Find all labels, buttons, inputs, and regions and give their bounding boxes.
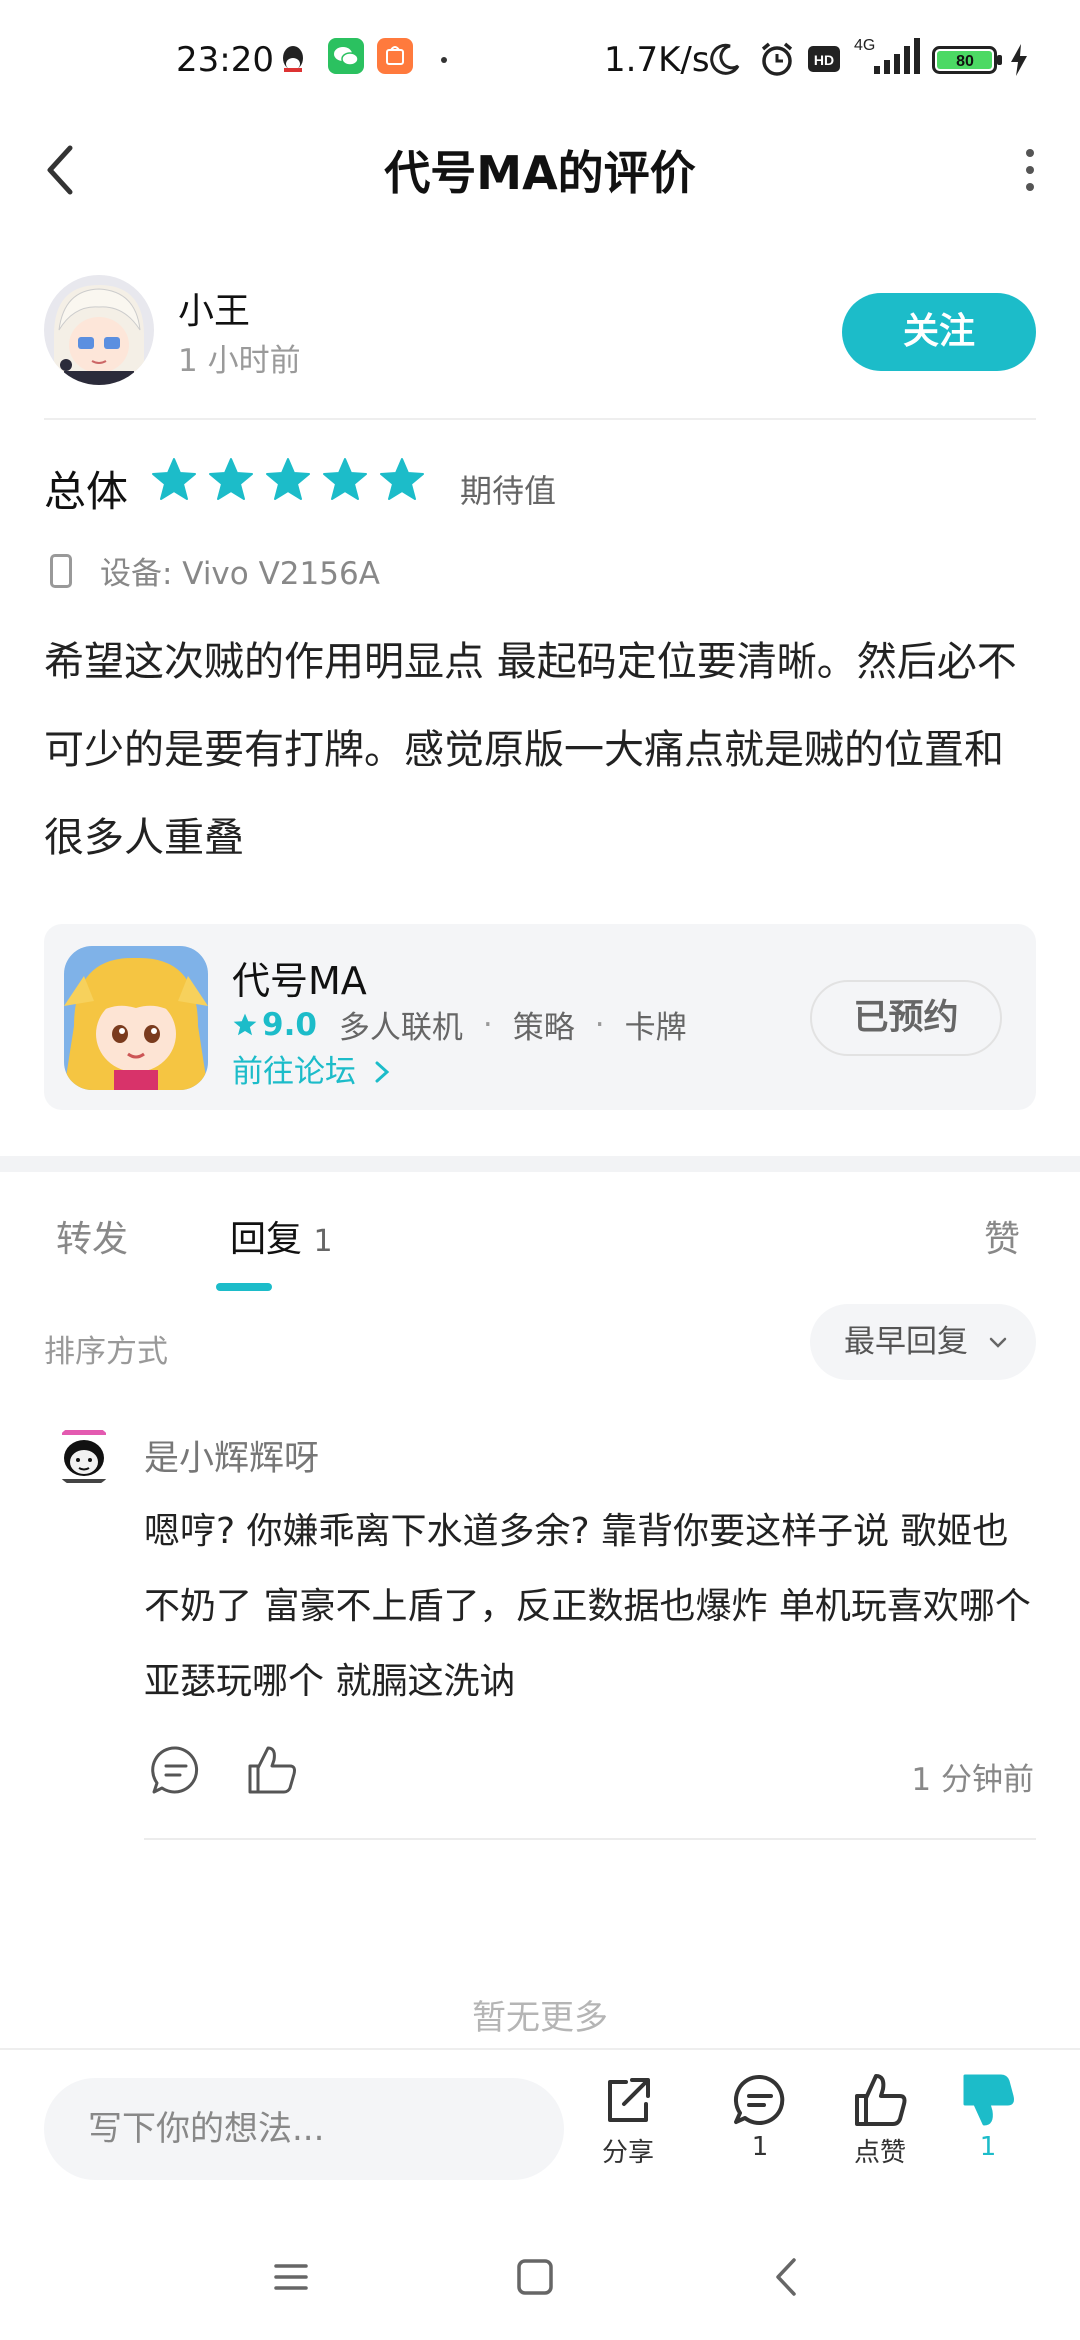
qq-icon — [283, 46, 303, 72]
thumbs-down-icon — [963, 2074, 1014, 2126]
notification-dot-icon — [441, 57, 447, 63]
review-body: 希望这次贼的作用明显点 最起码定位要清晰。然后必不可少的是要有打牌。感觉原版一大… — [44, 639, 1017, 861]
signal-icon: 4G — [854, 37, 920, 74]
chevron-down-icon — [989, 1337, 1007, 1348]
dislike-button[interactable]: 1 — [928, 2072, 1048, 2162]
star-icon — [152, 458, 196, 500]
rating-label: 总体 — [44, 467, 129, 516]
back-icon[interactable] — [762, 2252, 812, 2302]
divider — [144, 1838, 1036, 1840]
wechat-icon — [328, 38, 364, 74]
share-button[interactable]: 分享 — [568, 2072, 688, 2169]
device-text: 设备: Vivo V2156A — [100, 556, 380, 592]
separator-dot: · — [482, 1006, 493, 1043]
star-icon — [209, 458, 253, 500]
section-separator — [0, 1156, 1080, 1172]
comment-button[interactable]: 1 — [700, 2072, 820, 2162]
separator-dot: · — [594, 1006, 605, 1043]
thumbs-up-icon — [855, 2074, 907, 2126]
star-icon — [323, 458, 367, 500]
share-icon — [608, 2078, 650, 2122]
svg-text:HD: HD — [814, 52, 834, 68]
like-comment-icon[interactable] — [246, 1744, 298, 1796]
sort-label: 排序方式 — [44, 1334, 168, 1370]
rating-stars — [150, 456, 426, 512]
charging-icon — [1011, 44, 1027, 76]
app-tag: 卡牌 — [624, 1010, 687, 1046]
comment-input[interactable]: 写下你的想法... — [44, 2078, 564, 2180]
comment-body: 嗯哼? 你嫌乖离下水道多余? 靠背你要这样子说 歌姬也不奶了 富豪不上盾了，反正… — [144, 1511, 1031, 1702]
app-card[interactable]: 代号MA 9.0 多人联机 · 策略 · 卡牌 前往论坛 已预约 — [44, 924, 1036, 1110]
star-icon — [380, 458, 424, 500]
battery-icon: 80 — [932, 46, 1002, 74]
tab-indicator — [216, 1283, 272, 1291]
author-name[interactable]: 小王 — [178, 282, 250, 334]
divider — [44, 418, 1036, 420]
score-star-icon — [233, 1013, 257, 1035]
chevron-right-icon — [375, 1061, 390, 1083]
tab-forward[interactable]: 转发 — [56, 1210, 128, 1262]
tab-like[interactable]: 赞 — [984, 1210, 1020, 1262]
home-icon[interactable] — [510, 2252, 560, 2302]
commenter-avatar[interactable] — [52, 1424, 116, 1488]
comment-time: 1 分钟前 — [911, 1762, 1034, 1798]
dislike-count: 1 — [979, 2132, 997, 2162]
alarm-icon — [761, 42, 793, 76]
review-time: 1 小时前 — [178, 343, 301, 379]
moon-icon — [710, 43, 740, 75]
like-button[interactable]: 点赞 — [820, 2072, 940, 2169]
app-name[interactable]: 代号MA — [232, 950, 367, 1005]
mi-store-icon — [377, 38, 413, 74]
commenter-name[interactable]: 是小辉辉呀 — [144, 1430, 319, 1481]
page-title: 代号MA的评价 — [384, 146, 696, 200]
app-score: 9.0 — [262, 1006, 317, 1043]
reserved-button[interactable]: 已预约 — [810, 980, 1002, 1056]
forum-link-label: 前往论坛 — [232, 1054, 356, 1090]
reply-comment-icon[interactable] — [150, 1744, 202, 1796]
forum-link[interactable]: 前往论坛 — [232, 1046, 392, 1091]
status-bar: 23:20 1.7K/s HD 4G 80 — [0, 0, 1080, 125]
device-info: 设备: Vivo V2156A — [50, 548, 380, 593]
phone-icon — [50, 553, 72, 588]
more-options-button[interactable] — [1020, 145, 1040, 195]
no-more-text: 暂无更多 — [472, 1998, 608, 2038]
tab-reply-label: 回复 — [230, 1219, 303, 1260]
header: 代号MA的评价 — [0, 125, 1080, 215]
comment-icon — [734, 2074, 785, 2125]
rating-type: 期待值 — [460, 472, 557, 510]
tab-reply[interactable]: 回复 1 — [230, 1210, 333, 1262]
app-tag: 策略 — [512, 1010, 575, 1046]
svg-text:4G: 4G — [854, 37, 875, 54]
share-label: 分享 — [601, 2138, 654, 2168]
bottom-action-bar: 写下你的想法... 分享 1 点赞 1 — [0, 2048, 1080, 2210]
comment-count: 1 — [751, 2132, 769, 2162]
tab-reply-count: 1 — [313, 1224, 333, 1259]
menu-icon[interactable] — [266, 2252, 316, 2302]
like-label: 点赞 — [853, 2138, 906, 2168]
svg-text:80: 80 — [956, 53, 974, 70]
app-tag: 多人联机 — [338, 1010, 463, 1046]
author-avatar[interactable] — [44, 275, 154, 385]
sort-selected: 最早回复 — [844, 1324, 968, 1360]
system-nav-bar — [0, 2210, 1080, 2340]
follow-button[interactable]: 关注 — [842, 293, 1036, 371]
sort-dropdown[interactable]: 最早回复 — [810, 1304, 1036, 1380]
app-icon[interactable] — [64, 946, 208, 1090]
status-time: 23:20 — [176, 40, 274, 80]
network-speed: 1.7K/s — [604, 40, 710, 80]
hd-icon: HD — [808, 46, 840, 72]
star-icon — [266, 458, 310, 500]
app-meta: 9.0 多人联机 · 策略 · 卡牌 — [232, 1002, 687, 1047]
